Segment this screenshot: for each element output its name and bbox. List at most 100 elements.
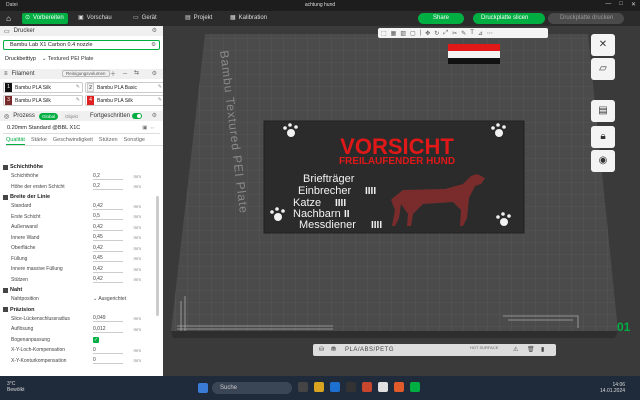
tab-speed[interactable]: Geschwindigkeit <box>53 137 93 145</box>
tab-quality[interactable]: Qualität <box>6 137 25 145</box>
plate-type-select[interactable]: ⌄ Textured PEI Plate <box>42 56 94 62</box>
layout-icon[interactable]: ▥ <box>400 30 406 37</box>
store-icon[interactable] <box>346 382 356 392</box>
layer-height-input[interactable]: 0,2 <box>93 173 123 180</box>
advanced-toggle[interactable] <box>132 113 142 119</box>
gear-icon[interactable]: ⚙ <box>151 41 156 49</box>
rotate-icon[interactable]: ↻ <box>434 30 439 37</box>
minimize-button[interactable]: — <box>605 1 611 8</box>
slice-gap-input[interactable]: 0,049 <box>93 315 123 323</box>
filament-slot-4[interactable]: 4 Bambu PLA Silk ✎ <box>85 95 163 106</box>
add-filament-icon[interactable]: ＋ <box>110 69 116 78</box>
hot-surface-label: HOT SURFACE <box>470 345 499 350</box>
flag-black-stripe <box>448 58 500 64</box>
line-width-input[interactable]: 0,42 <box>93 266 123 273</box>
home-icon[interactable]: ⌂ <box>4 14 13 23</box>
cube-view-icon[interactable]: ⬚ <box>381 30 387 37</box>
3d-viewport[interactable]: VORSICHT FREILAUFENDER HUND Briefträger … <box>163 26 640 376</box>
arrange-icon[interactable]: ▤ <box>591 100 615 122</box>
system-clock[interactable]: 14:06 14.01.2024 <box>600 382 625 394</box>
tab-strength[interactable]: Stärke <box>31 137 47 145</box>
tally-marks: IIII <box>335 198 346 209</box>
filament-slot-1[interactable]: 1 Bambu PLA Silk ✎ <box>3 82 83 93</box>
trash-icon[interactable]: 🗑︎ <box>527 344 535 356</box>
resolution-input[interactable]: 0,012 <box>93 326 123 333</box>
tab-calibration[interactable]: ▦ Kalibration <box>227 13 271 24</box>
sign-line-1: Briefträger <box>303 173 355 185</box>
close-plate-icon[interactable]: ✕ <box>591 34 615 56</box>
close-button[interactable]: ✕ <box>631 1 636 8</box>
paint-icon[interactable]: ✎ <box>461 30 466 37</box>
more-icon[interactable]: ⋯ <box>487 30 493 37</box>
tab-device[interactable]: ▭ Gerät <box>130 13 161 24</box>
print-plate-button[interactable]: Druckplatte drucken <box>548 13 624 24</box>
save-icon[interactable]: ▣ <box>142 125 149 131</box>
filament-slot-3[interactable]: 3 Bambu PLA Silk ✎ <box>3 95 83 106</box>
settings-plate-icon[interactable]: ◉ <box>591 150 615 172</box>
windows-start-icon[interactable] <box>198 383 208 393</box>
app-icon[interactable] <box>362 382 372 392</box>
tab-project[interactable]: ▤ Projekt <box>182 13 216 24</box>
chrome-icon[interactable] <box>378 382 388 392</box>
tally-marks: IIII <box>371 220 382 231</box>
xy-hole-input[interactable]: 0 <box>93 347 123 354</box>
lock-icon[interactable]: 🔒︎ <box>591 126 615 148</box>
measure-icon[interactable]: ⊿ <box>478 30 483 37</box>
slice-plate-button[interactable]: Druckplatte slicen <box>473 13 545 24</box>
tally-marks: IIII <box>365 186 376 197</box>
line-width-input[interactable]: 0,45 <box>93 255 123 263</box>
line-width-input[interactable]: 0,42 <box>93 203 123 210</box>
tab-prepare[interactable]: ⊙ Vorbereiten <box>22 13 68 24</box>
task-view-icon[interactable] <box>298 382 308 392</box>
gear-icon[interactable]: ⚙ <box>152 70 157 77</box>
cut-icon[interactable]: ✂ <box>452 30 457 37</box>
tally-marks: II <box>344 209 350 220</box>
process-preset-select[interactable]: 0.20mm Standard @BBL X1C ▣⇔ <box>3 124 160 134</box>
share-button[interactable]: Share <box>418 13 464 24</box>
compare-icon[interactable]: ⇔ <box>150 125 158 131</box>
process-global-toggle[interactable]: Global <box>38 112 58 120</box>
xy-contour-input[interactable]: 0 <box>93 357 123 365</box>
sidebar-scrollbar[interactable] <box>156 196 159 316</box>
bambu-studio-icon[interactable] <box>410 382 420 392</box>
edge-icon[interactable] <box>330 382 340 392</box>
gear-icon[interactable]: ⚙ <box>152 112 157 119</box>
taskbar-search[interactable]: Suche <box>212 382 292 394</box>
sync-icon[interactable]: ⇆ <box>134 69 139 76</box>
process-section-header: ◎ Prozess Global Objekt Fortgeschritten … <box>0 111 163 121</box>
warning-icon: ⚠ <box>513 347 519 353</box>
weather-widget[interactable]: 3°C Bewölkt <box>7 381 25 393</box>
sign-subtitle: FREILAUFENDER HUND <box>339 156 455 167</box>
filament-slot-2[interactable]: 2 Bambu PLA Basic ✎ <box>85 82 163 93</box>
plate-type-icon: ⛁ <box>319 347 325 353</box>
line-width-input[interactable]: 0,45 <box>93 234 123 242</box>
group-line-width: Breite der Linie <box>3 193 153 201</box>
sign-line-2: Einbrecher <box>298 185 352 197</box>
tab-preview[interactable]: ▣ Vorschau <box>75 13 116 24</box>
remove-filament-icon[interactable]: － <box>122 69 128 78</box>
printer-select[interactable]: Bambu Lab X1 Carbon 0.4 nozzle ⚙ <box>3 40 160 50</box>
maximize-button[interactable]: □ <box>619 1 623 8</box>
line-width-input[interactable]: 0,5 <box>93 213 123 221</box>
app-icon[interactable] <box>394 382 404 392</box>
process-object-toggle[interactable]: Objekt <box>61 112 81 120</box>
text-icon[interactable]: T <box>470 30 474 36</box>
line-width-input[interactable]: 0,42 <box>93 245 123 252</box>
object-icon[interactable]: ▢ <box>410 30 416 37</box>
line-width-input[interactable]: 0,42 <box>93 224 123 231</box>
gear-icon[interactable]: ⚙ <box>152 27 157 34</box>
line-width-input[interactable]: 0,42 <box>93 276 123 284</box>
grid-view-icon[interactable]: ▦ <box>391 30 397 37</box>
seam-position-select[interactable]: ⌄ Ausgerichtet <box>93 296 126 302</box>
scale-icon[interactable]: ⤢ <box>443 30 448 37</box>
flush-volume-button[interactable]: Reinigungsvolumen <box>62 70 110 77</box>
tab-support[interactable]: Stützen <box>99 137 118 145</box>
auto-orient-icon[interactable]: ▱ <box>591 58 615 80</box>
tab-others[interactable]: Sonstige <box>124 137 145 145</box>
file-explorer-icon[interactable] <box>314 382 324 392</box>
first-layer-height-input[interactable]: 0,2 <box>93 183 123 191</box>
plate-number[interactable]: 01 <box>617 320 630 334</box>
setting-row: Stützen 0,42 mm <box>11 276 141 284</box>
move-icon[interactable]: ✥ <box>425 30 430 37</box>
arc-fitting-checkbox[interactable]: ✓ <box>93 336 99 343</box>
